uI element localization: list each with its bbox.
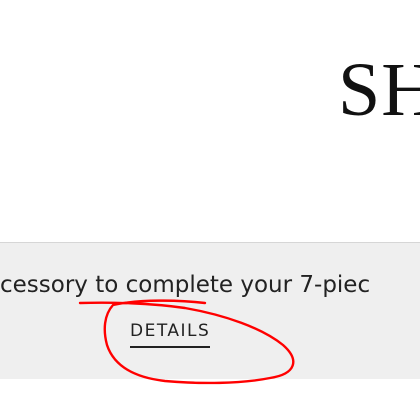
promo-banner: cessory to complete your 7-piec DETAILS	[0, 242, 420, 379]
page: SH cessory to complete your 7-piec DETAI…	[0, 0, 420, 420]
promo-message: cessory to complete your 7-piec	[0, 272, 371, 298]
details-link[interactable]: DETAILS	[130, 321, 211, 348]
brand-logo[interactable]: SH	[338, 52, 420, 128]
